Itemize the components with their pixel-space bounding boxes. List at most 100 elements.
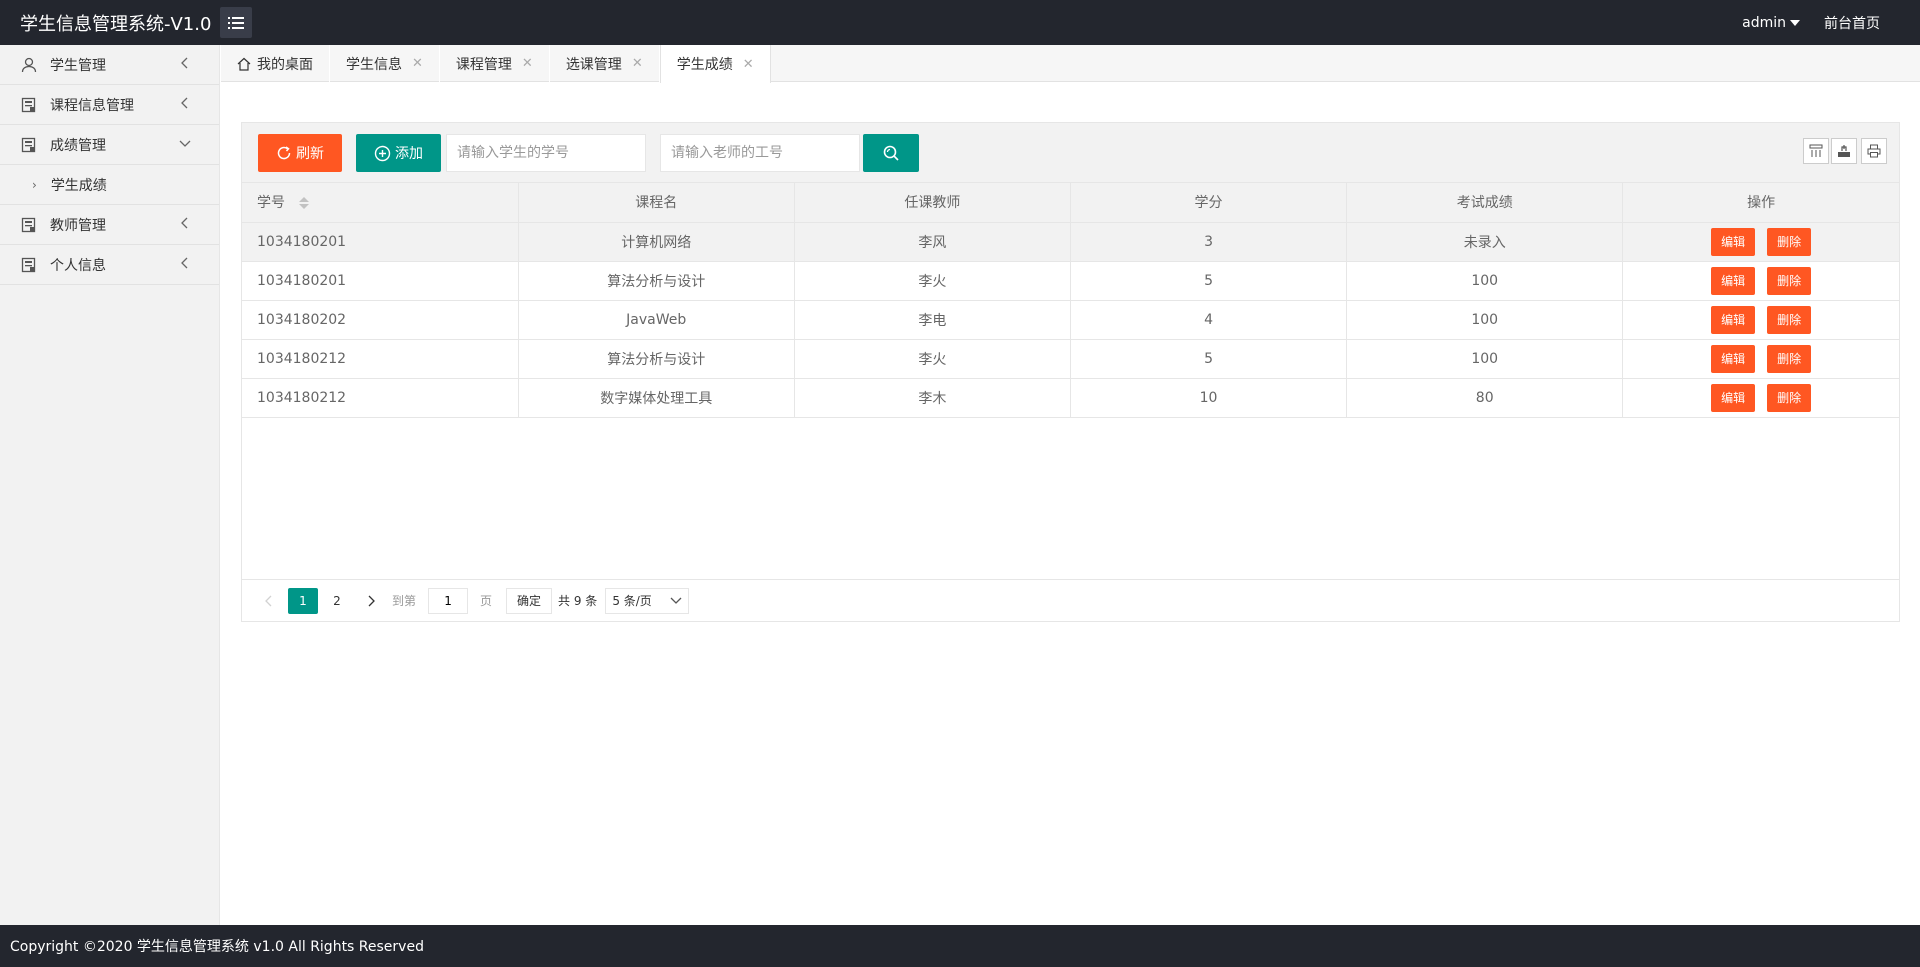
- chevron-right-icon: [368, 595, 375, 606]
- page-size-select[interactable]: 5 条/页: [605, 587, 690, 614]
- chevron-left-icon: [181, 257, 188, 269]
- home-icon: [237, 57, 251, 71]
- goto-confirm-button[interactable]: 确定: [506, 587, 553, 614]
- table-row: 1034180201 算法分析与设计 李火 5 100 编辑 删除: [242, 261, 1899, 301]
- sidebar-item-label: 成绩管理: [50, 137, 106, 154]
- tab-student-grades[interactable]: 学生成绩 ✕: [659, 45, 771, 83]
- edit-button[interactable]: 编辑: [1711, 344, 1756, 373]
- cell-course: 数字媒体处理工具: [518, 378, 795, 418]
- cell-student-id: 1034180212: [242, 378, 519, 418]
- edit-button[interactable]: 编辑: [1711, 266, 1756, 295]
- cell-credit: 5: [1070, 339, 1348, 379]
- footer: Copyright ©2020 学生信息管理系统 v1.0 All Rights…: [0, 925, 1920, 967]
- pagination: 1 2 到第 页 确定 共 9 条 5 条/页: [242, 579, 1899, 621]
- next-page-button[interactable]: [356, 588, 386, 614]
- table-toolbar: 刷新 添加: [242, 123, 1899, 183]
- prev-page-button[interactable]: [254, 588, 284, 614]
- sort-icon[interactable]: [299, 197, 310, 210]
- sidebar-item-personal-info[interactable]: 个人信息: [0, 245, 219, 285]
- tab-my-desktop[interactable]: 我的桌面: [221, 45, 330, 82]
- table-row: 1034180202 JavaWeb 李电 4 100 编辑 删除: [242, 300, 1899, 340]
- plus-circle-icon: [374, 145, 391, 161]
- sidebar-item-grade-management[interactable]: 成绩管理: [0, 125, 219, 165]
- cell-actions: 编辑 删除: [1622, 378, 1899, 418]
- refresh-label: 刷新: [296, 146, 324, 162]
- cell-score: 未录入: [1346, 222, 1624, 262]
- column-header-course: 课程名: [518, 183, 795, 223]
- print-button[interactable]: [1861, 138, 1887, 164]
- list-icon: [20, 136, 38, 154]
- top-header: 学生信息管理系统-V1.0 admin 前台首页: [0, 0, 1920, 45]
- edit-button[interactable]: 编辑: [1711, 227, 1756, 256]
- sidebar-item-label: 学生管理: [50, 57, 106, 74]
- total-count: 共 9 条: [558, 594, 598, 608]
- edit-button[interactable]: 编辑: [1711, 383, 1756, 412]
- close-icon[interactable]: ✕: [522, 56, 533, 71]
- delete-button[interactable]: 删除: [1767, 383, 1812, 412]
- cell-actions: 编辑 删除: [1622, 261, 1899, 301]
- delete-button[interactable]: 删除: [1767, 266, 1812, 295]
- close-icon[interactable]: ✕: [632, 56, 643, 71]
- cell-score: 100: [1346, 339, 1624, 379]
- export-button[interactable]: [1831, 138, 1857, 164]
- sidebar-subitem-label: 学生成绩: [50, 177, 107, 194]
- delete-button[interactable]: 删除: [1767, 227, 1812, 256]
- cell-score: 80: [1346, 378, 1624, 418]
- chevron-down-icon: [179, 140, 191, 147]
- delete-button[interactable]: 删除: [1767, 344, 1812, 373]
- print-icon: [1867, 144, 1881, 158]
- delete-button[interactable]: 删除: [1767, 305, 1812, 334]
- cell-student-id: 1034180212: [242, 339, 519, 379]
- table-row: 1034180212 算法分析与设计 李火 5 100 编辑 删除: [242, 339, 1899, 379]
- column-filter-button[interactable]: [1803, 138, 1829, 164]
- tab-label: 我的桌面: [257, 56, 313, 73]
- cell-score: 100: [1346, 261, 1624, 301]
- app-title: 学生信息管理系统-V1.0: [20, 14, 212, 35]
- close-icon[interactable]: ✕: [743, 57, 754, 72]
- menu-toggle-button[interactable]: [220, 7, 252, 38]
- sidebar: 学生管理 课程信息管理 成绩管理 › 学生成绩 教师管理 个人信息: [0, 45, 220, 925]
- close-icon[interactable]: ✕: [412, 56, 423, 71]
- user-menu[interactable]: admin: [1742, 15, 1800, 31]
- sidebar-item-teacher-management[interactable]: 教师管理: [0, 205, 219, 245]
- refresh-button[interactable]: 刷新: [258, 134, 342, 172]
- user-icon: [20, 56, 38, 74]
- add-button[interactable]: 添加: [356, 134, 441, 172]
- tab-course-management[interactable]: 课程管理 ✕: [440, 45, 550, 82]
- edit-button[interactable]: 编辑: [1711, 305, 1756, 334]
- tab-course-selection[interactable]: 选课管理 ✕: [550, 45, 660, 82]
- cell-teacher: 李风: [794, 222, 1071, 262]
- search-button[interactable]: [863, 134, 919, 172]
- export-icon: [1838, 145, 1850, 157]
- cell-actions: 编辑 删除: [1622, 300, 1899, 340]
- cell-score: 100: [1346, 300, 1624, 340]
- cell-teacher: 李火: [794, 261, 1071, 301]
- cell-credit: 4: [1070, 300, 1348, 340]
- cell-actions: 编辑 删除: [1622, 339, 1899, 379]
- list-icon: [20, 256, 38, 274]
- goto-page-input[interactable]: [428, 587, 469, 614]
- column-header-student-id[interactable]: 学号: [242, 183, 519, 223]
- list-icon: [20, 96, 38, 114]
- student-id-search-input[interactable]: [446, 134, 646, 172]
- page-size-value: 5 条/页: [612, 594, 652, 608]
- front-page-link[interactable]: 前台首页: [1824, 13, 1880, 33]
- cell-student-id: 1034180201: [242, 261, 519, 301]
- page-button[interactable]: 1: [288, 587, 318, 614]
- column-header-credit: 学分: [1070, 183, 1348, 223]
- table-header-row: 学号 课程名 任课教师 学分 考试成绩 操作: [242, 183, 1899, 223]
- tab-label: 学生信息: [346, 56, 402, 73]
- column-header-score: 考试成绩: [1346, 183, 1624, 223]
- cell-credit: 5: [1070, 261, 1348, 301]
- page-button[interactable]: 2: [322, 588, 352, 614]
- sidebar-subitem-student-grades[interactable]: › 学生成绩: [0, 165, 219, 205]
- chevron-right-icon: ›: [32, 177, 37, 192]
- sidebar-item-student-management[interactable]: 学生管理: [0, 45, 219, 85]
- sidebar-item-course-info[interactable]: 课程信息管理: [0, 85, 219, 125]
- cell-teacher: 李木: [794, 378, 1071, 418]
- cell-credit: 10: [1070, 378, 1348, 418]
- teacher-id-search-input[interactable]: [660, 134, 860, 172]
- cell-course: JavaWeb: [518, 300, 795, 340]
- tab-student-info[interactable]: 学生信息 ✕: [330, 45, 440, 82]
- grades-table-panel: 刷新 添加 学号 课程名 任课教师: [241, 122, 1900, 622]
